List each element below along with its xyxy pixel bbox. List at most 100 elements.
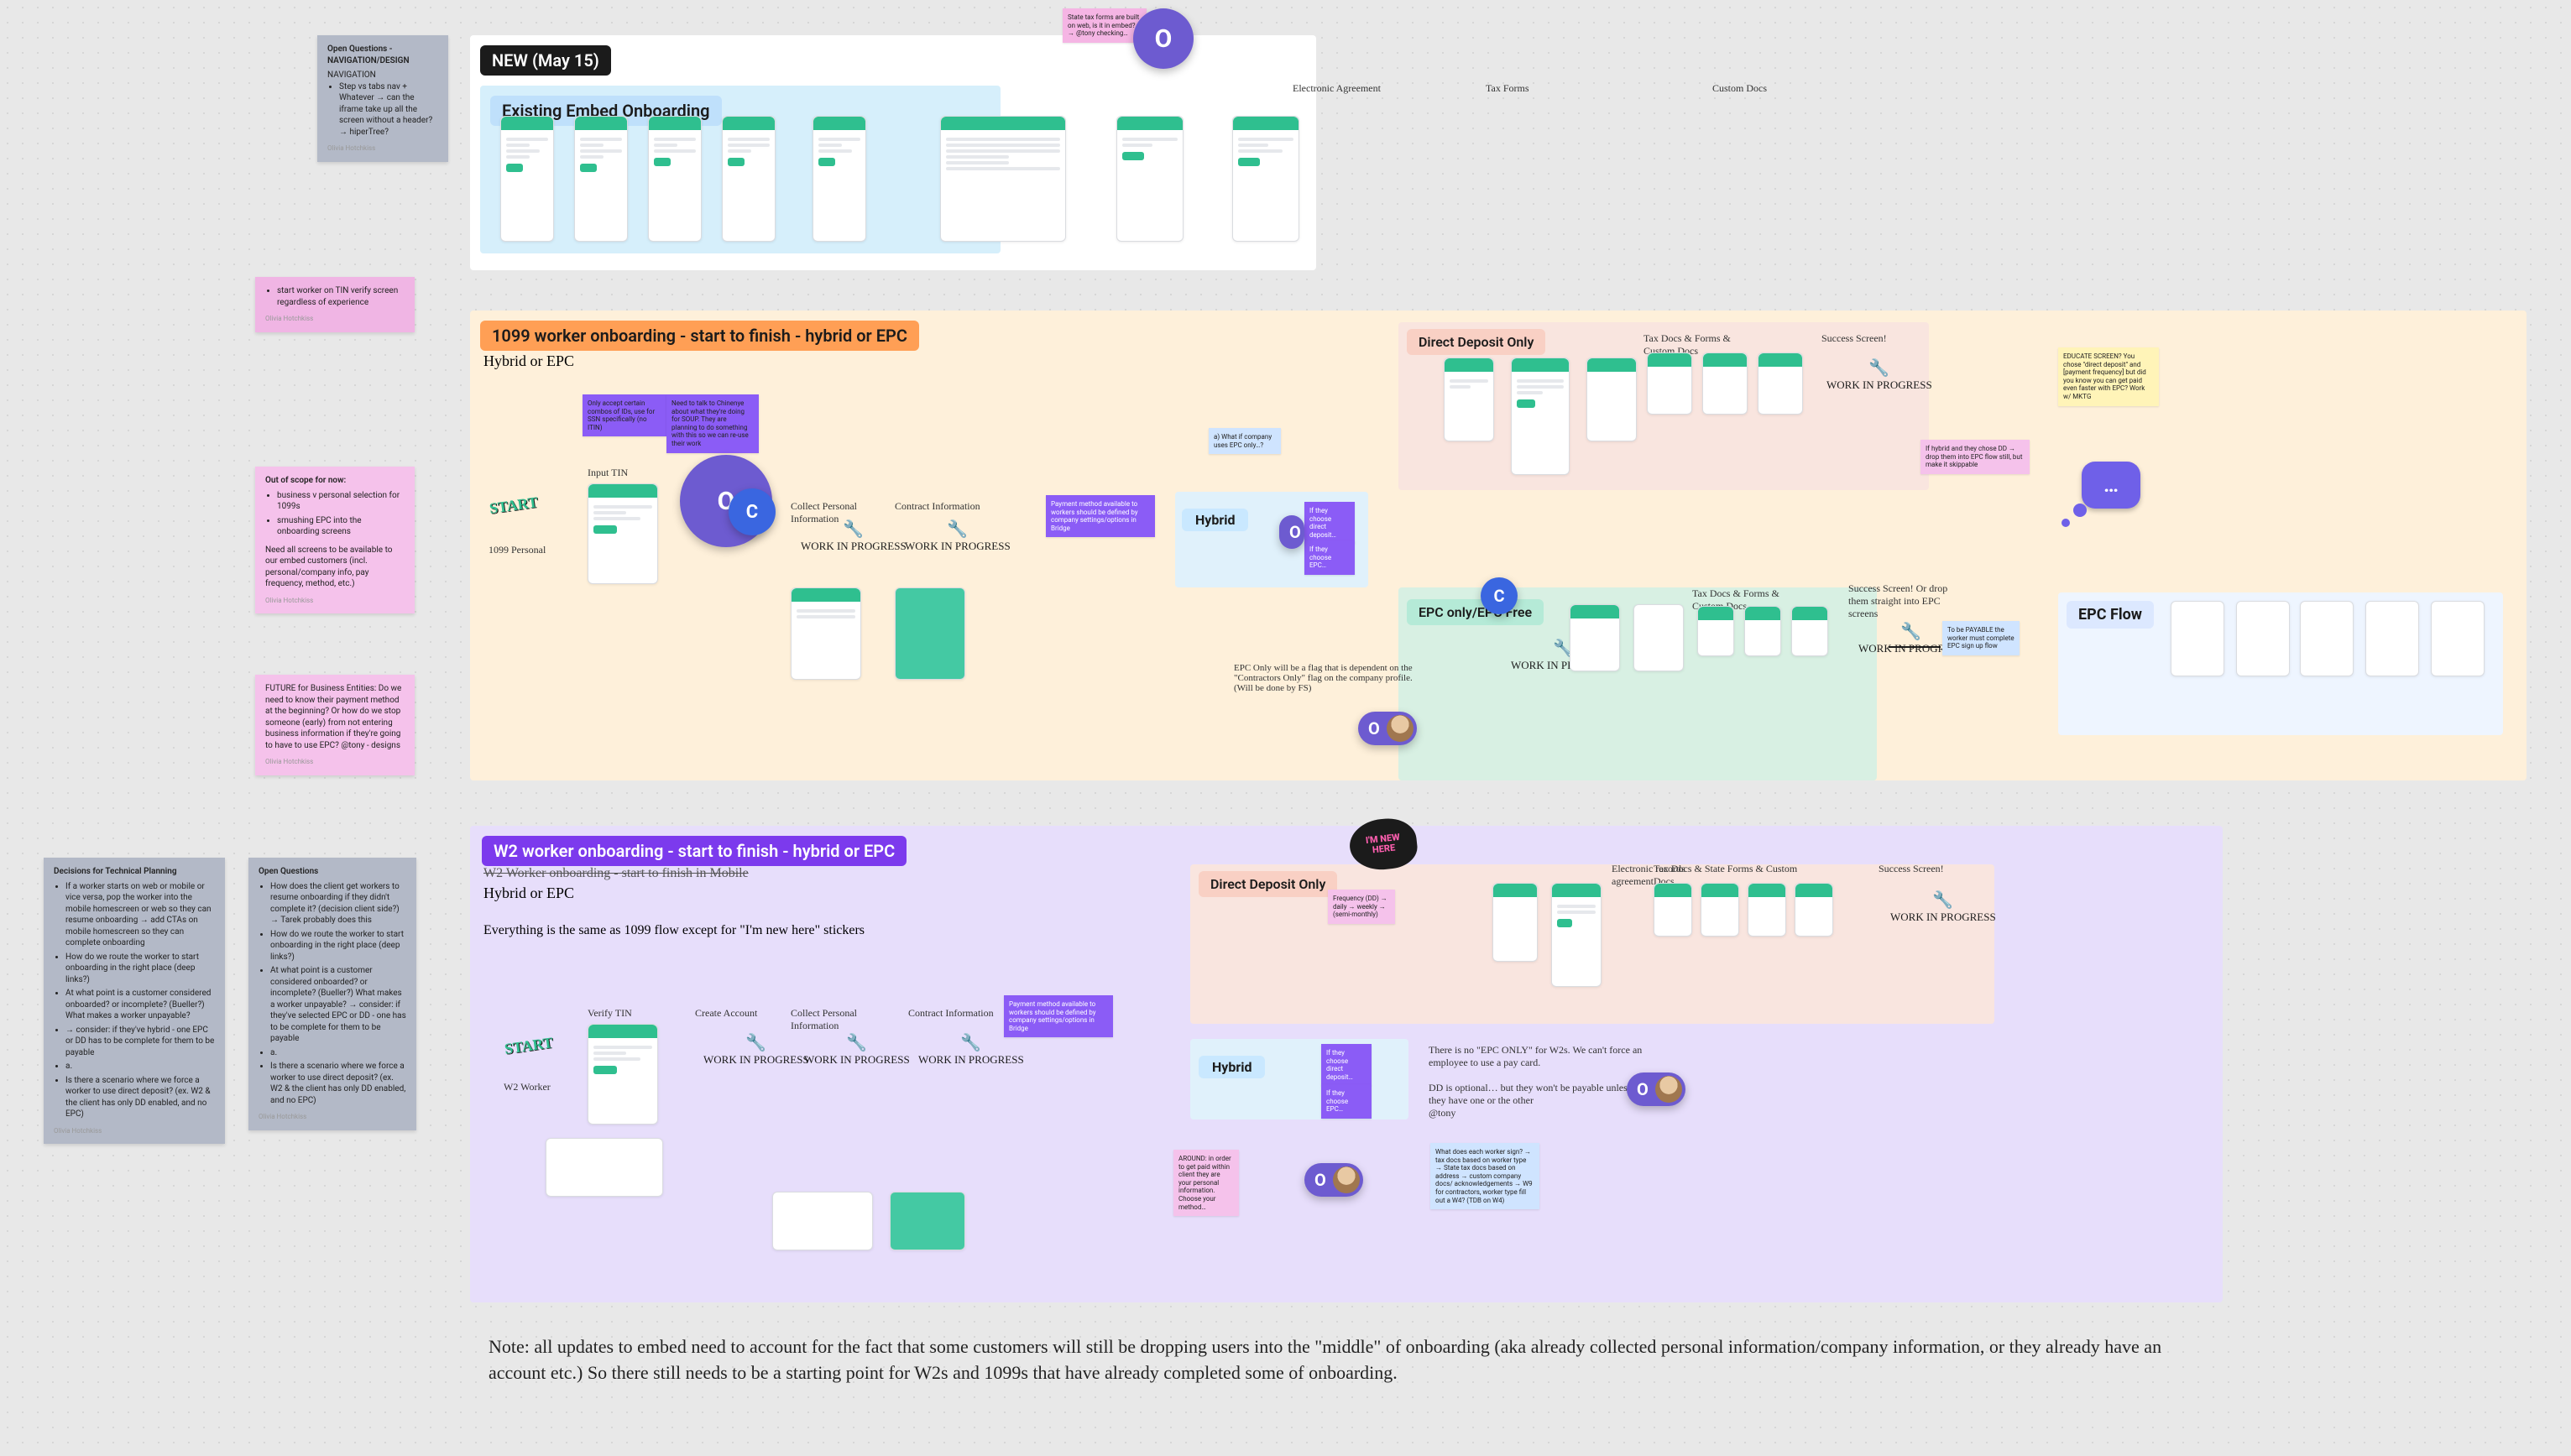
mock-screen[interactable] — [895, 587, 965, 680]
badge-w2: W2 worker onboarding - start to finish -… — [482, 836, 907, 866]
caption-1099-personal: 1099 Personal — [489, 544, 564, 556]
sticky-author: Olivia Hotchkiss — [54, 1127, 215, 1136]
caption-success-w2: Success Screen! — [1879, 863, 1944, 875]
mock-screen[interactable] — [2171, 601, 2224, 676]
mock-screen[interactable] — [1492, 883, 1538, 962]
mock-screen[interactable] — [2365, 601, 2419, 676]
thought-bubble-icon: … — [2082, 462, 2140, 509]
w2-sameas: Everything is the same as 1099 flow exce… — [483, 923, 1071, 938]
presence-o-avatar-3[interactable]: O — [1304, 1163, 1363, 1197]
mock-screen[interactable] — [1232, 116, 1299, 242]
mock-screen[interactable] — [1697, 606, 1734, 656]
mock-screen[interactable] — [890, 1192, 965, 1250]
sticky-be-payable[interactable]: To be PAYABLE the worker must complete E… — [1942, 621, 2020, 655]
sticky-dd-choice-w2[interactable]: If they choose direct deposit… — [1321, 1044, 1372, 1086]
sticky-nav-design[interactable]: Open Questions - NAVIGATION/DESIGN NAVIG… — [317, 35, 448, 162]
sticky-dd-choice-1099[interactable]: If they choose direct deposit… — [1304, 502, 1355, 544]
presence-c-epc[interactable]: C — [1481, 577, 1518, 614]
sticky-epc-choice-w2[interactable]: If they choose EPC… — [1321, 1084, 1372, 1119]
presence-o-avatar-1[interactable]: O — [1358, 712, 1417, 745]
sticky-bullet: At what point is a customer considered o… — [65, 988, 215, 1022]
mock-screen[interactable] — [1570, 604, 1620, 671]
mock-screen[interactable] — [1702, 352, 1748, 415]
sticky-payment-method-w2[interactable]: Payment method available to workers shou… — [1004, 995, 1113, 1037]
note-epc-only-flag: EPC Only will be a flag that is dependen… — [1234, 663, 1427, 693]
sticky-bullet: → consider: if they've hybrid - one EPC … — [65, 1025, 215, 1059]
caption-verify-tin: Verify TIN — [588, 1007, 632, 1020]
sticky-bullet: At what point is a customer considered o… — [270, 965, 406, 1045]
sticky-author: Olivia Hotchkiss — [327, 144, 438, 154]
mock-screen[interactable] — [1795, 883, 1833, 937]
caption-success: Success Screen! — [1821, 332, 1887, 345]
mock-screen[interactable] — [546, 1138, 663, 1197]
badge-hybrid: Hybrid — [1182, 509, 1248, 531]
mock-screen[interactable] — [1444, 357, 1494, 441]
mock-screen[interactable] — [1701, 883, 1739, 937]
note-w2-no-epc-only: There is no "EPC ONLY" for W2s. We can't… — [1429, 1044, 1647, 1119]
sticky-sub: NAVIGATION — [327, 70, 438, 81]
caption-input-tin: Input TIN — [588, 467, 628, 479]
mock-screen[interactable] — [1744, 606, 1781, 656]
mock-screen[interactable] — [588, 1024, 658, 1125]
badge-dd-only: Direct Deposit Only — [1407, 329, 1545, 355]
sticky-tin[interactable]: start worker on TIN verify screen regard… — [255, 277, 415, 332]
mock-screen[interactable] — [588, 483, 658, 584]
presence-o-hybrid[interactable]: O — [1279, 515, 1304, 549]
mock-screen[interactable] — [1551, 883, 1602, 987]
mock-screen[interactable] — [2300, 601, 2354, 676]
mock-screen[interactable] — [1586, 357, 1637, 441]
sticky-bullet: business v personal selection for 1099s — [277, 490, 405, 513]
subtitle-1099: Hybrid or EPC — [483, 352, 574, 370]
mock-screen[interactable] — [574, 116, 628, 242]
mock-screen[interactable] — [940, 116, 1066, 242]
sticky-title: Open Questions — [259, 866, 406, 878]
sticky-hybrid-dd-epc[interactable]: If hybrid and they chose DD → drop them … — [1920, 440, 2030, 474]
sticky-decisions[interactable]: Decisions for Technical Planning If a wo… — [44, 858, 225, 1144]
mock-screen[interactable] — [813, 116, 866, 242]
mock-screen[interactable] — [772, 1192, 873, 1250]
presence-o-avatar-2[interactable]: O — [1627, 1072, 1685, 1106]
sticky-around[interactable]: AROUND: in order to get paid within clie… — [1173, 1150, 1239, 1216]
avatar-icon — [1655, 1076, 1682, 1103]
sticky-author: Olivia Hotchkiss — [265, 315, 405, 324]
wip-icon: WORK IN PROGRESS — [905, 519, 1011, 553]
sticky-bullet: If a worker starts on web or mobile or v… — [65, 881, 215, 949]
mock-screen[interactable] — [648, 116, 702, 242]
presence-c-small[interactable]: C — [729, 488, 776, 535]
wip-icon: WORK IN PROGRESS — [703, 1032, 809, 1067]
sticky-payment-method[interactable]: Payment method available to workers shou… — [1046, 495, 1155, 537]
mock-screen[interactable] — [2236, 601, 2290, 676]
sticky-educate[interactable]: EDUCATE SCREEN? You chose "direct deposi… — [2058, 347, 2159, 406]
sticky-scope[interactable]: Out of scope for now: business v persona… — [255, 467, 415, 613]
sticky-purple-1[interactable]: Only accept certain combos of IDs, use f… — [583, 394, 666, 436]
mock-screen[interactable] — [2431, 601, 2485, 676]
badge-new-may15: NEW (May 15) — [480, 45, 611, 76]
sticky-company-epc[interactable]: a) What if company uses EPC only…? — [1209, 428, 1281, 454]
sticky-title: Out of scope for now: — [265, 475, 405, 487]
wip-icon: WORK IN PROGRESS — [1890, 890, 1996, 924]
sticky-purple-2[interactable]: Need to talk to Chinenye about what they… — [666, 394, 759, 453]
mock-screen[interactable] — [722, 116, 776, 242]
mock-screen[interactable] — [1654, 883, 1692, 937]
mock-screen[interactable] — [1758, 352, 1803, 415]
mock-screen[interactable] — [1633, 604, 1684, 671]
frame-hybrid-w2[interactable]: Hybrid — [1190, 1039, 1408, 1119]
mock-screen[interactable] — [500, 116, 554, 242]
sticky-frequency[interactable]: Frequency (DD) → daily → weekly → (semi-… — [1328, 890, 1395, 924]
mock-screen[interactable] — [1791, 606, 1828, 656]
sticky-future[interactable]: FUTURE for Business Entities: Do we need… — [255, 675, 415, 775]
badge-1099: 1099 worker onboarding - start to finish… — [480, 321, 919, 351]
presence-o-top[interactable]: O — [1133, 8, 1194, 69]
sticky-body: Need all screens to be available to our … — [265, 545, 405, 590]
caption-contract-info: Contract Information — [895, 500, 987, 513]
mock-screen[interactable] — [1511, 357, 1570, 475]
sticky-epc-choice-1099[interactable]: If they choose EPC… — [1304, 540, 1355, 575]
mock-screen[interactable] — [1116, 116, 1184, 242]
sticky-w2-signing[interactable]: What does each worker sign? → tax docs b… — [1430, 1143, 1539, 1209]
mock-screen[interactable] — [1647, 352, 1692, 415]
mock-screen[interactable] — [1748, 883, 1786, 937]
caption-custom-docs: Custom Docs — [1712, 82, 1788, 95]
sticky-author: Olivia Hotchkiss — [259, 1113, 406, 1122]
sticky-open-questions[interactable]: Open Questions How does the client get w… — [248, 858, 416, 1130]
mock-screen[interactable] — [791, 587, 861, 680]
